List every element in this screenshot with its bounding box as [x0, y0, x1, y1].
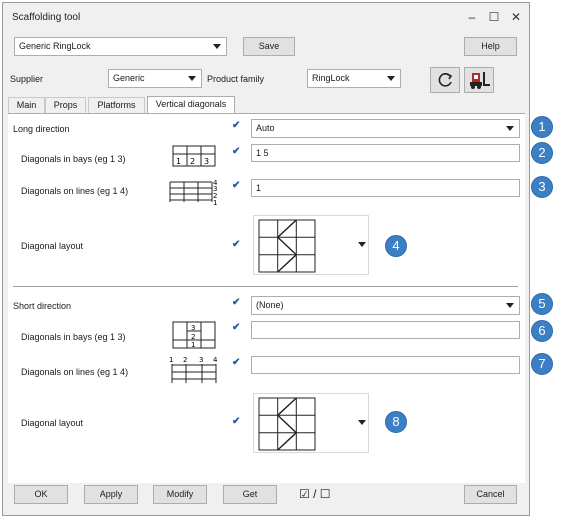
- chevron-down-icon: [387, 76, 395, 81]
- line-number: 4: [213, 356, 218, 364]
- long-bays-input[interactable]: 1 5: [251, 144, 520, 162]
- preset-value: Generic RingLock: [19, 41, 91, 51]
- long-lines-input[interactable]: 1: [251, 179, 520, 197]
- refresh-button[interactable]: [430, 67, 460, 93]
- callout-badge: 6: [531, 320, 553, 342]
- long-lines-check[interactable]: ✔: [232, 181, 242, 191]
- short-bays-label: Diagonals in bays (eg 1 3): [21, 332, 126, 342]
- minimize-button[interactable]: –: [462, 8, 482, 26]
- diagonal-layout-diagram: [258, 397, 316, 451]
- short-direction-select[interactable]: (None): [251, 296, 520, 315]
- long-layout-check[interactable]: ✔: [232, 240, 242, 250]
- callout-badge: 8: [385, 411, 407, 433]
- toggle-all-checks[interactable]: ☑ / ☐: [299, 487, 331, 501]
- close-button[interactable]: ✕: [506, 8, 526, 26]
- help-button[interactable]: Help: [464, 37, 517, 56]
- tab-vertical-diagonals[interactable]: Vertical diagonals: [147, 96, 235, 114]
- chevron-down-icon: [188, 76, 196, 81]
- product-family-value: RingLock: [312, 73, 350, 83]
- line-number: 2: [183, 356, 187, 364]
- chevron-down-icon: [358, 242, 366, 247]
- window-title: Scaffolding tool: [12, 12, 81, 23]
- short-lines-check[interactable]: ✔: [232, 358, 242, 368]
- short-lines-label: Diagonals on lines (eg 1 4): [21, 367, 129, 377]
- callout-badge: 4: [385, 235, 407, 257]
- long-bays-check[interactable]: ✔: [232, 147, 242, 157]
- bay-number: 2: [190, 157, 195, 166]
- long-direction-check[interactable]: ✔: [232, 121, 242, 131]
- long-direction-select[interactable]: Auto: [251, 119, 520, 138]
- forklift-icon: [470, 72, 490, 89]
- short-layout-label: Diagonal layout: [21, 418, 84, 428]
- ok-button[interactable]: OK: [14, 485, 68, 504]
- chevron-down-icon: [213, 44, 221, 49]
- scaffolding-tool-window: Scaffolding tool – ☐ ✕ Generic RingLock …: [2, 2, 530, 516]
- save-button[interactable]: Save: [243, 37, 295, 56]
- modify-button[interactable]: Modify: [153, 485, 207, 504]
- bay-number: 1: [176, 157, 181, 166]
- short-direction-value: (None): [256, 300, 284, 310]
- short-layout-check[interactable]: ✔: [232, 417, 242, 427]
- bay-number: 3: [204, 157, 209, 166]
- get-button[interactable]: Get: [223, 485, 277, 504]
- callout-badge: 5: [531, 293, 553, 315]
- product-family-label: Product family: [207, 74, 265, 84]
- short-direction-label: Short direction: [13, 301, 72, 311]
- long-direction-label: Long direction: [13, 124, 70, 134]
- tab-main[interactable]: Main: [8, 97, 45, 114]
- title-bar: Scaffolding tool – ☐ ✕: [3, 3, 529, 30]
- bay-number: 1: [191, 341, 195, 349]
- bay-number: 3: [191, 324, 195, 332]
- callout-badge: 2: [531, 142, 553, 164]
- diagonal-layout-diagram: [258, 219, 316, 273]
- chevron-down-icon: [358, 420, 366, 425]
- lines-diagram-icon: 1 2 3 4: [169, 356, 218, 383]
- supplier-select[interactable]: Generic: [108, 69, 202, 88]
- cancel-button[interactable]: Cancel: [464, 485, 517, 504]
- line-number: 1: [213, 199, 217, 207]
- long-layout-label: Diagonal layout: [21, 241, 84, 251]
- line-number: 3: [199, 356, 203, 364]
- preset-select[interactable]: Generic RingLock: [14, 37, 227, 56]
- tab-props[interactable]: Props: [45, 97, 86, 114]
- line-number: 1: [169, 356, 173, 364]
- short-layout-select[interactable]: [253, 393, 369, 453]
- callout-badge: 1: [531, 116, 553, 138]
- product-family-select[interactable]: RingLock: [307, 69, 401, 88]
- short-direction-check[interactable]: ✔: [232, 298, 242, 308]
- refresh-icon: [438, 73, 453, 87]
- tab-platforms[interactable]: Platforms: [88, 97, 145, 114]
- long-direction-value: Auto: [256, 123, 275, 133]
- short-bays-input[interactable]: [251, 321, 520, 339]
- bays-diagram-icon: 3 2 1: [172, 321, 216, 349]
- short-lines-input[interactable]: [251, 356, 520, 374]
- long-layout-select[interactable]: [253, 215, 369, 275]
- chevron-down-icon: [506, 126, 514, 131]
- short-bays-check[interactable]: ✔: [232, 323, 242, 333]
- lines-diagram-icon: 4 3 2 1: [169, 179, 218, 207]
- maximize-button[interactable]: ☐: [484, 8, 504, 26]
- apply-button[interactable]: Apply: [84, 485, 138, 504]
- callout-badge: 7: [531, 353, 553, 375]
- chevron-down-icon: [506, 303, 514, 308]
- bay-number: 2: [191, 333, 195, 341]
- long-lines-label: Diagonals on lines (eg 1 4): [21, 186, 129, 196]
- forklift-button[interactable]: [464, 67, 494, 93]
- long-bays-label: Diagonals in bays (eg 1 3): [21, 154, 126, 164]
- section-divider: [13, 286, 518, 287]
- supplier-value: Generic: [113, 73, 145, 83]
- bays-diagram-icon: 1 2 3: [172, 145, 216, 167]
- callout-badge: 3: [531, 176, 553, 198]
- supplier-label: Supplier: [10, 74, 44, 84]
